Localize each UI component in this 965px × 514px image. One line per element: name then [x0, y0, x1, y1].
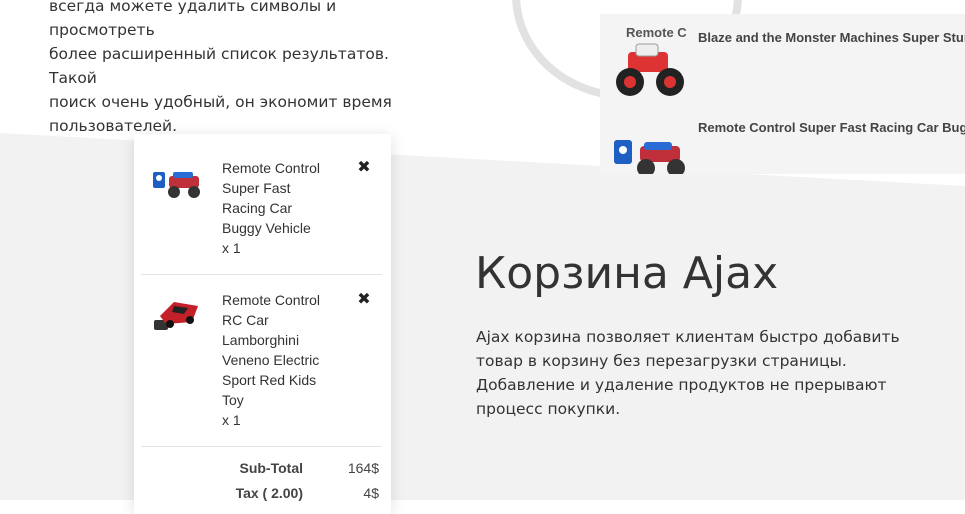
search-results-panel: Remote C Blaze and the Monster Machines … [600, 14, 965, 174]
cart-item-name[interactable]: Remote Control Super Fast Racing Car Bug… [222, 160, 320, 236]
tax-value: 4$ [363, 485, 379, 501]
subtotal-label: Sub-Total [239, 460, 303, 476]
cart-dropdown: Remote Control Super Fast Racing Car Bug… [134, 134, 391, 514]
intro-paragraph: всегда можете удалить символы и просмотр… [49, 0, 439, 138]
cart-item: Remote Control RC Car Lamborghini Veneno… [141, 275, 382, 447]
cart-item-name[interactable]: Remote Control RC Car Lamborghini Veneno… [222, 292, 320, 408]
search-result-title[interactable]: Remote Control Super Fast Racing Car Bug… [698, 120, 965, 135]
intro-line: поиск очень удобный, он экономит время [49, 93, 392, 111]
cart-item-details: Remote Control RC Car Lamborghini Veneno… [222, 290, 332, 430]
search-result-overlay-label: Remote C [626, 25, 687, 40]
buggy-car-image [614, 140, 685, 174]
subtotal-value: 164$ [347, 460, 379, 476]
cart-item-qty: x 1 [222, 240, 241, 256]
tax-label: Tax ( 2.00) [235, 485, 303, 501]
buggy-car-image[interactable] [152, 158, 202, 208]
page-title: Корзина Ajax [475, 248, 779, 299]
red-sports-car-image[interactable] [152, 290, 202, 340]
remove-item-icon[interactable]: ✖ [357, 159, 371, 175]
intro-line: более расширенный список результатов. Та… [49, 45, 389, 87]
remove-item-icon[interactable]: ✖ [357, 291, 371, 307]
search-result-item[interactable]: Remote C Blaze and the Monster Machines … [600, 14, 965, 104]
monster-truck-image [616, 43, 684, 96]
cart-item-details: Remote Control Super Fast Racing Car Bug… [222, 158, 332, 258]
cart-item: Remote Control Super Fast Racing Car Bug… [141, 134, 382, 275]
intro-line: всегда можете удалить символы и просмотр… [49, 0, 337, 39]
cart-item-qty: x 1 [222, 412, 241, 428]
search-result-title[interactable]: Blaze and the Monster Machines Super Stu… [698, 30, 965, 45]
section-description: Ajax корзина позволяет клиентам быстро д… [476, 328, 900, 418]
search-result-item[interactable]: Remote Control Super Fast Racing Car Bug… [600, 104, 965, 174]
